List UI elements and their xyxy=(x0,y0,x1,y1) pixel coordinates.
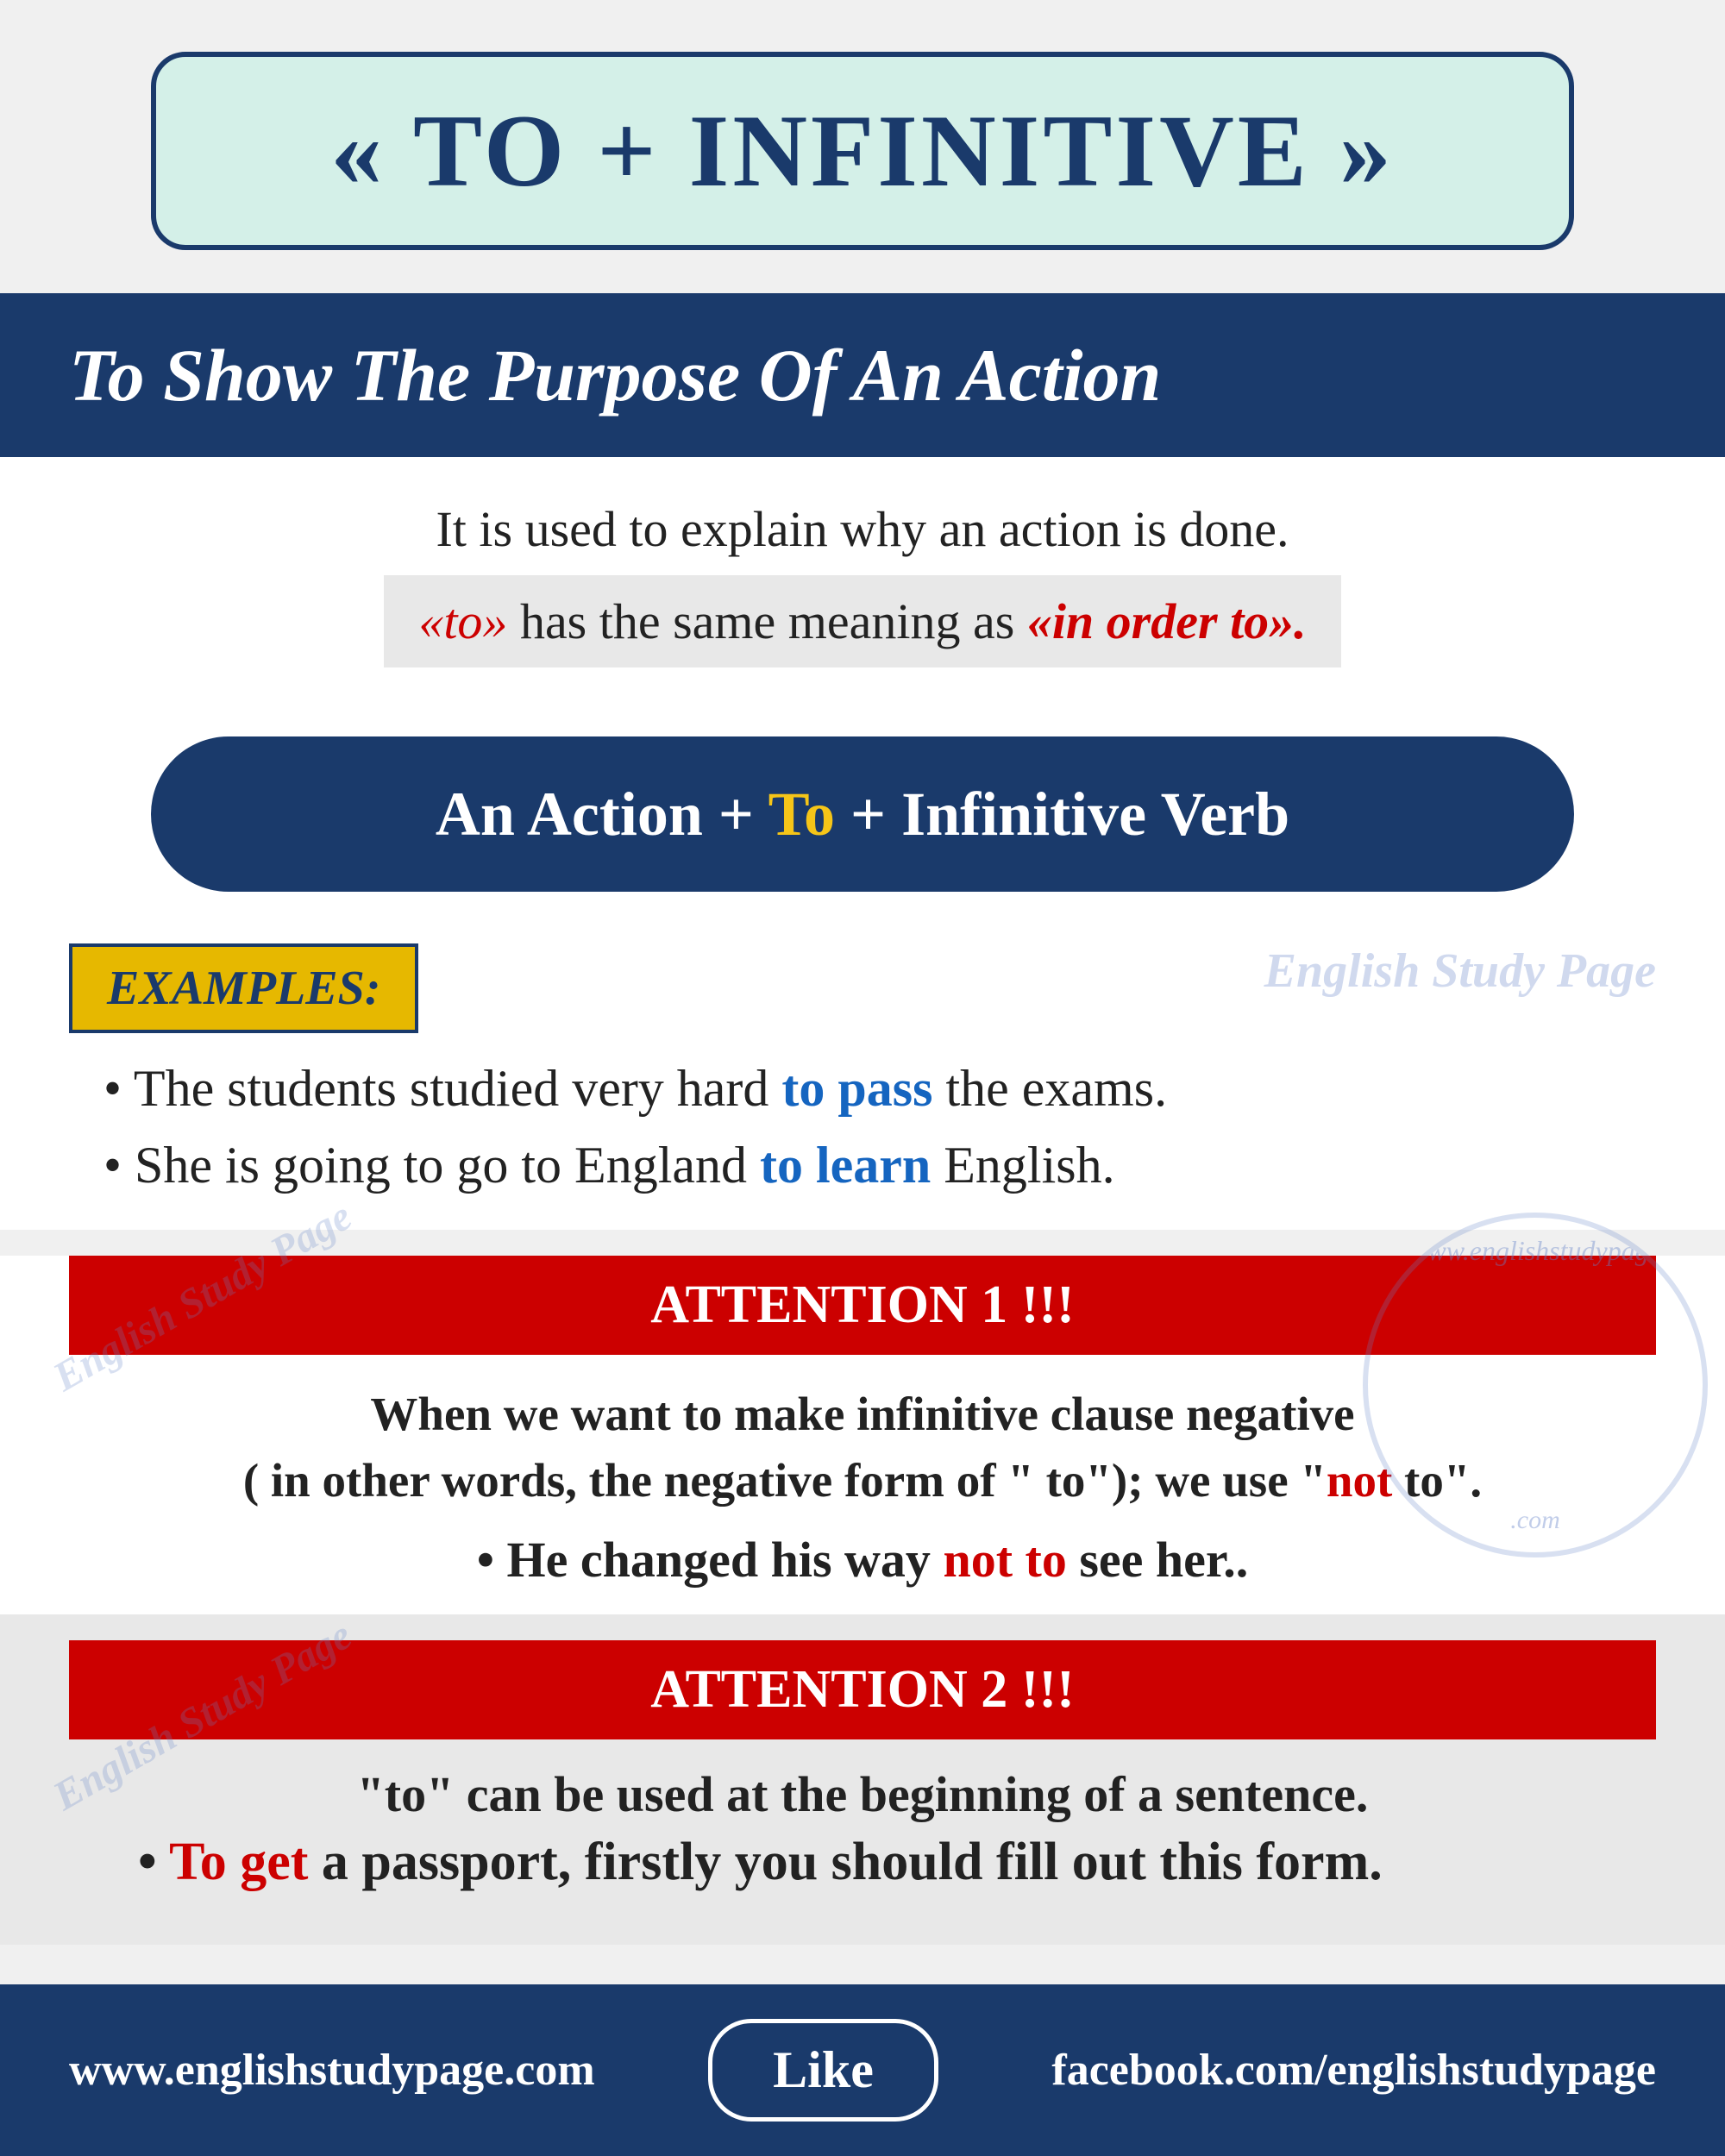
attention1-end: to". xyxy=(1392,1454,1482,1507)
example1-highlight: to pass xyxy=(781,1060,932,1117)
att1-ex-before: • He changed his way xyxy=(477,1532,944,1588)
desc-line1: It is used to explain why an action is d… xyxy=(69,500,1656,558)
att2-ex-before: • xyxy=(138,1833,169,1891)
desc-middle: has the same meaning as xyxy=(507,593,1026,649)
oval-part3: + Infinitive Verb xyxy=(850,780,1289,849)
attention1-not: not xyxy=(1327,1454,1392,1507)
footer: www.englishstudypage.com Like facebook.c… xyxy=(0,1984,1725,2156)
attention2-section: English Study Page ATTENTION 2 !!! "to" … xyxy=(0,1614,1725,1945)
main-title: « TO + INFINITIVE » xyxy=(225,91,1500,210)
footer-left-url: www.englishstudypage.com xyxy=(69,2045,595,2096)
attention1-line1: When we want to make infinitive clause n… xyxy=(69,1381,1656,1447)
like-button[interactable]: Like xyxy=(708,2019,938,2122)
attention2-header-text: ATTENTION 2 !!! xyxy=(650,1660,1074,1719)
blue-banner-text: To Show The Purpose Of An Action xyxy=(69,332,1656,418)
examples-section: English Study Page EXAMPLES: • The stude… xyxy=(0,918,1725,1230)
desc-in-order: «in order to». xyxy=(1027,593,1307,649)
oval-text: An Action + To + Infinitive Verb xyxy=(436,779,1289,850)
oval-part1: An Action + xyxy=(436,780,768,849)
desc-line2: «to» has the same meaning as «in order t… xyxy=(384,575,1340,667)
watermark-center: English Study Page xyxy=(1264,943,1656,999)
description-section: It is used to explain why an action is d… xyxy=(0,457,1725,693)
attention1-body: When we want to make infinitive clause n… xyxy=(0,1355,1725,1614)
attention1-line2: ( in other words, the negative form of "… xyxy=(69,1447,1656,1514)
footer-right-url: facebook.com/englishstudypage xyxy=(1051,2045,1656,2096)
att2-ex-after: a passport, firstly you should fill out … xyxy=(308,1833,1382,1891)
page-wrapper: « TO + INFINITIVE » To Show The Purpose … xyxy=(0,0,1725,2156)
example2-highlight: to learn xyxy=(760,1137,931,1194)
example-item-1: • The students studied very hard to pass… xyxy=(69,1059,1656,1119)
oval-container: An Action + To + Infinitive Verb xyxy=(151,736,1574,892)
example1-before: The students studied very hard xyxy=(134,1060,782,1117)
oval-part2: To xyxy=(768,780,850,849)
attention1-section: English Study Page www.englishstudypage … xyxy=(0,1230,1725,1614)
desc-to: «to» xyxy=(418,593,507,649)
attention2-header: ATTENTION 2 !!! xyxy=(69,1640,1656,1739)
att2-ex-highlight: To get xyxy=(169,1833,308,1891)
blue-banner: To Show The Purpose Of An Action xyxy=(0,293,1725,457)
example2-after: English. xyxy=(931,1137,1114,1194)
attention1-text: When we want to make infinitive clause n… xyxy=(69,1381,1656,1514)
title-section: « TO + INFINITIVE » xyxy=(151,52,1574,250)
example-item-2: • She is going to go to England to learn… xyxy=(69,1136,1656,1195)
attention2-body: "to" can be used at the beginning of a s… xyxy=(0,1739,1725,1919)
example1-after: the exams. xyxy=(932,1060,1167,1117)
examples-badge: EXAMPLES: xyxy=(69,943,418,1033)
attention1-example: • He changed his way not to see her.. xyxy=(69,1531,1656,1589)
attention1-header-text: ATTENTION 1 !!! xyxy=(650,1275,1074,1334)
att1-ex-after: see her.. xyxy=(1067,1532,1248,1588)
like-text: Like xyxy=(773,2041,874,2098)
attention1-header: ATTENTION 1 !!! xyxy=(69,1256,1656,1355)
attention2-example: • To get a passport, firstly you should … xyxy=(69,1832,1656,1893)
oval-section: An Action + To + Infinitive Verb xyxy=(0,693,1725,918)
att1-ex-highlight: not to xyxy=(943,1532,1066,1588)
examples-badge-text: EXAMPLES: xyxy=(107,962,380,1015)
attention2-text: "to" can be used at the beginning of a s… xyxy=(69,1765,1656,1823)
example2-before: She is going to go to England xyxy=(135,1137,760,1194)
